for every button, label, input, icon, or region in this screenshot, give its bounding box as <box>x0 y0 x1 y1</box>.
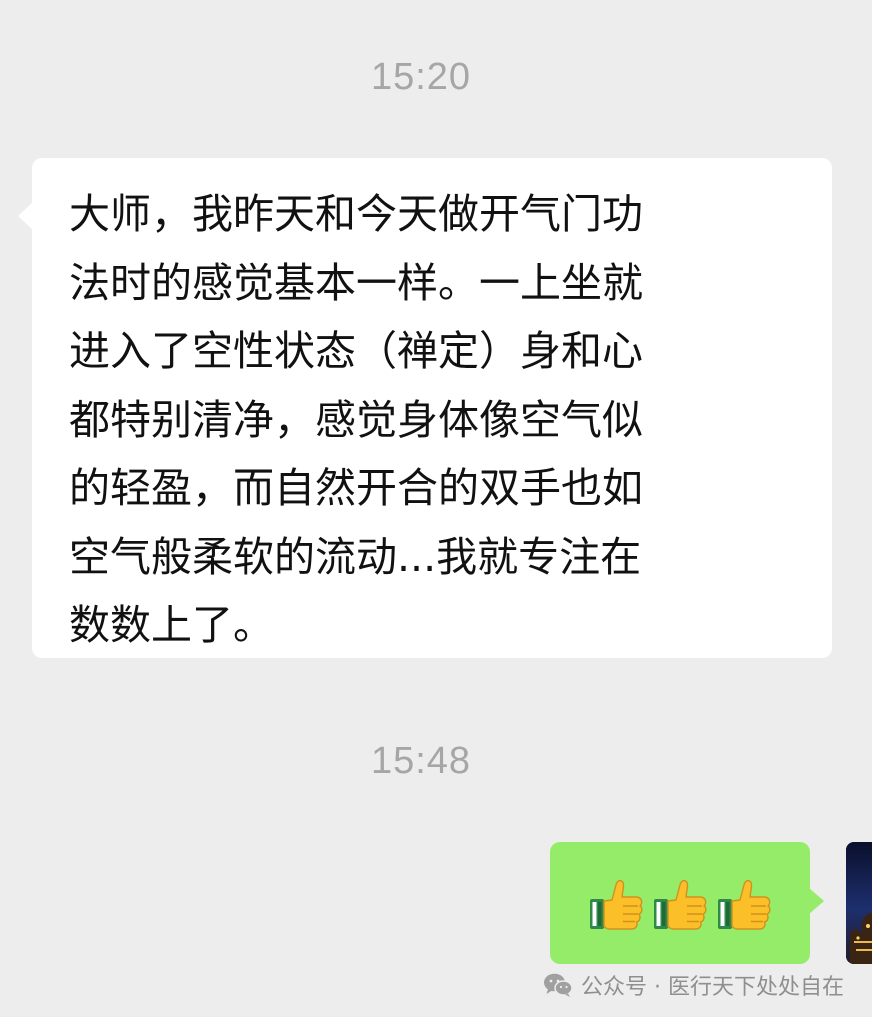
incoming-message-bubble[interactable]: 大师，我昨天和今天做开气门功 法时的感觉基本一样。一上坐就 进入了空性状态（禅定… <box>18 158 832 658</box>
wechat-official-account-icon <box>544 973 573 997</box>
message-timestamp: 15:48 <box>370 740 472 782</box>
message-text: 大师，我昨天和今天做开气门功 法时的感觉基本一样。一上坐就 进入了空性状态（禅定… <box>69 190 643 649</box>
watermark: 公众号 · 医行天下处处自在 <box>543 965 844 1005</box>
outgoing-message-bubble[interactable] <box>550 842 824 964</box>
thumbs-up-icon <box>718 879 771 930</box>
watermark-text: 公众号 · 医行天下处处自在 <box>581 975 844 1000</box>
avatar-image <box>846 842 872 964</box>
thumbs-up-icon <box>654 879 707 930</box>
thumbs-up-icon <box>590 879 643 930</box>
avatar[interactable] <box>846 842 872 964</box>
message-timestamp: 15:20 <box>370 56 472 98</box>
